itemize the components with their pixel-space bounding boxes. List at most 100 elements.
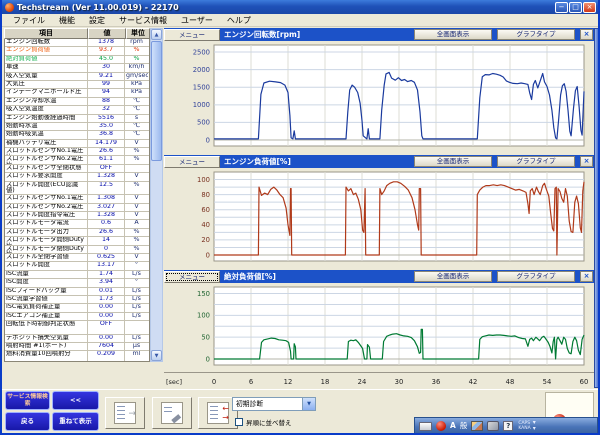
title-bar[interactable]: Techstream (Ver 11.00.019) - 22170 − □ ×: [2, 0, 598, 14]
table-row[interactable]: ISCフィードバック量0.01L/s: [5, 288, 149, 296]
scroll-up-icon[interactable]: ▲: [151, 29, 162, 40]
fullscreen-button[interactable]: 全画面表示: [414, 156, 492, 167]
table-row[interactable]: 絶対負荷値45.0%: [5, 56, 149, 64]
table-row[interactable]: エンジン冷却水温88℃: [5, 98, 149, 106]
menu-item[interactable]: サービス情報: [112, 15, 174, 26]
charts-scrollbar[interactable]: [594, 28, 600, 388]
chart-canvas: 050100150: [164, 283, 594, 372]
cell-val: 26.6: [88, 148, 125, 155]
cell-val: 1.73: [88, 296, 125, 303]
table-row[interactable]: スロットルセンサNo.1電圧比26.6%: [5, 148, 149, 156]
table-row[interactable]: 大気圧99kPa: [5, 81, 149, 89]
graphtype-button[interactable]: グラフタイプ: [497, 271, 575, 282]
close-button[interactable]: ×: [583, 2, 596, 13]
cell-item: 吸入空気量: [5, 73, 88, 80]
cell-unit: L/s: [125, 335, 148, 342]
table-row[interactable]: スロットルモータ出力26.6%: [5, 229, 149, 237]
menu-item[interactable]: 設定: [82, 15, 112, 26]
ime-red-ball-icon[interactable]: [436, 421, 446, 431]
menu-item[interactable]: ヘルプ: [220, 15, 258, 26]
table-row[interactable]: スロットルセンサ全閉状態OFF: [5, 165, 149, 173]
cell-item: 吸入空気温度: [5, 106, 88, 113]
tools-icon[interactable]: [487, 421, 499, 431]
table-row[interactable]: スロットルセンサNo.2電圧比61.1%: [5, 156, 149, 164]
table-row[interactable]: 車速30km/h: [5, 64, 149, 72]
overlap-display-button[interactable]: 重ねて表示: [52, 412, 99, 431]
snapshot-record-button[interactable]: ▬: [152, 397, 192, 429]
table-row[interactable]: スロットルモータ閉側Duty比0%: [5, 246, 149, 254]
svg-text:40: 40: [201, 221, 210, 229]
table-row[interactable]: インテークマニホールド圧94kPa: [5, 89, 149, 97]
palette-icon[interactable]: [471, 421, 483, 431]
panel-header-absload: メニュー 絶対負荷値[%] 全画面表示 グラフタイプ ×: [164, 270, 594, 283]
cell-unit: V: [125, 173, 148, 180]
table-row[interactable]: スロットル全閉学習値0.625V: [5, 254, 149, 262]
table-row[interactable]: ISC電気負荷補正量0.00L/s: [5, 304, 149, 312]
column-header-unit[interactable]: 単位: [126, 28, 150, 39]
sort-ascending-checkbox[interactable]: [235, 418, 243, 426]
back-double-button[interactable]: <<: [52, 391, 99, 410]
table-scrollbar[interactable]: ▲ ▼: [150, 28, 163, 362]
table-row[interactable]: ISC流量学習値1.73L/s: [5, 296, 149, 304]
graphtype-button[interactable]: グラフタイプ: [497, 29, 575, 40]
menu-button[interactable]: メニュー: [164, 156, 220, 168]
scroll-down-icon[interactable]: ▼: [151, 350, 162, 361]
table-row[interactable]: スロットルセンサNo.2電圧3.027V: [5, 204, 149, 212]
data-table-body: エンジン回転数1378rpmエンジン負荷値93.7%絶対負荷値45.0%車速30…: [4, 39, 150, 362]
chevron-down-icon[interactable]: ▼: [302, 398, 315, 410]
table-row[interactable]: 補機バッテリ電圧14.179V: [5, 140, 149, 148]
scrollbar-thumb[interactable]: [151, 41, 162, 161]
cell-item: 回転低下時制御判定状態: [5, 321, 88, 334]
panel-title-rpm: エンジン回転数[rpm]: [224, 29, 409, 40]
keyboard-icon[interactable]: [419, 422, 432, 431]
table-row[interactable]: 吸入空気量9.21gm/sec: [5, 73, 149, 81]
cell-unit: V: [125, 254, 148, 261]
table-row[interactable]: スロットルモータ電流0.6A: [5, 220, 149, 228]
table-row[interactable]: ISCエアコン補正量0.00L/s: [5, 313, 149, 321]
table-row[interactable]: 燃料消費量10回噴射分0.209ml: [5, 351, 149, 362]
column-header-item[interactable]: 項目: [4, 28, 88, 39]
graphtype-button[interactable]: グラフタイプ: [497, 156, 575, 167]
table-row[interactable]: スロットル開度指令電圧1.328V: [5, 212, 149, 220]
window-title: Techstream (Ver 11.00.019) - 22170: [17, 3, 554, 12]
panel-close-icon[interactable]: ×: [580, 271, 593, 282]
table-row[interactable]: 噴射時間 #1(ポート)7604μs: [5, 343, 149, 351]
return-button[interactable]: 戻る: [5, 412, 50, 431]
fullscreen-button[interactable]: 全画面表示: [414, 29, 492, 40]
menu-button[interactable]: メニュー: [164, 271, 220, 283]
table-row[interactable]: ISC流量1.74L/s: [5, 271, 149, 279]
sort-ascending-checkbox-row[interactable]: 昇順に並べ替え: [235, 417, 292, 427]
table-row[interactable]: エンジン回転数1378rpm: [5, 39, 149, 47]
column-header-value[interactable]: 値: [88, 28, 126, 39]
table-row[interactable]: ISC開度3.94°: [5, 279, 149, 287]
table-row[interactable]: スロットル開度13.17°: [5, 262, 149, 270]
cell-val: 26.6: [88, 229, 125, 236]
table-row[interactable]: エンジン始動後経過時間5516s: [5, 115, 149, 123]
panel-close-icon[interactable]: ×: [580, 29, 593, 40]
ime-mode-a[interactable]: A: [450, 419, 456, 433]
table-row[interactable]: 始動時吸気温36.8℃: [5, 131, 149, 139]
fullscreen-button[interactable]: 全画面表示: [414, 271, 492, 282]
menu-item[interactable]: ユーザー: [174, 15, 220, 26]
ime-mode-general[interactable]: 般: [460, 419, 468, 433]
table-row[interactable]: スロットル開度(ECU認識値)12.5%: [5, 182, 149, 196]
menu-item[interactable]: 機能: [52, 15, 82, 26]
table-row[interactable]: エンジン負荷値93.7%: [5, 47, 149, 55]
menu-item[interactable]: ファイル: [6, 15, 52, 26]
diagnosis-mode-dropdown[interactable]: 初期診断 ▼: [232, 397, 316, 411]
menu-button[interactable]: メニュー: [164, 29, 220, 41]
panel-close-icon[interactable]: ×: [580, 156, 593, 167]
table-row[interactable]: 始動時水温35.0℃: [5, 123, 149, 131]
table-row[interactable]: スロットルモータ開側Duty比14%: [5, 237, 149, 245]
langbar-options-icon[interactable]: ▾▾: [533, 420, 536, 432]
table-row[interactable]: スロットルセンサNo.1電圧1.308V: [5, 195, 149, 203]
help-icon[interactable]: ?: [503, 421, 513, 431]
datalist-view-button[interactable]: →: [105, 397, 145, 429]
table-row[interactable]: スロットル要求開度1.328V: [5, 173, 149, 181]
maximize-button[interactable]: □: [569, 2, 582, 13]
service-info-search-button[interactable]: サービス情報検索: [5, 391, 50, 410]
table-row[interactable]: 回転低下時制御判定状態OFF: [5, 321, 149, 335]
minimize-button[interactable]: −: [555, 2, 568, 13]
table-row[interactable]: 吸入空気温度32℃: [5, 106, 149, 114]
table-row[interactable]: デポジット損失空気量0.00L/s: [5, 335, 149, 343]
